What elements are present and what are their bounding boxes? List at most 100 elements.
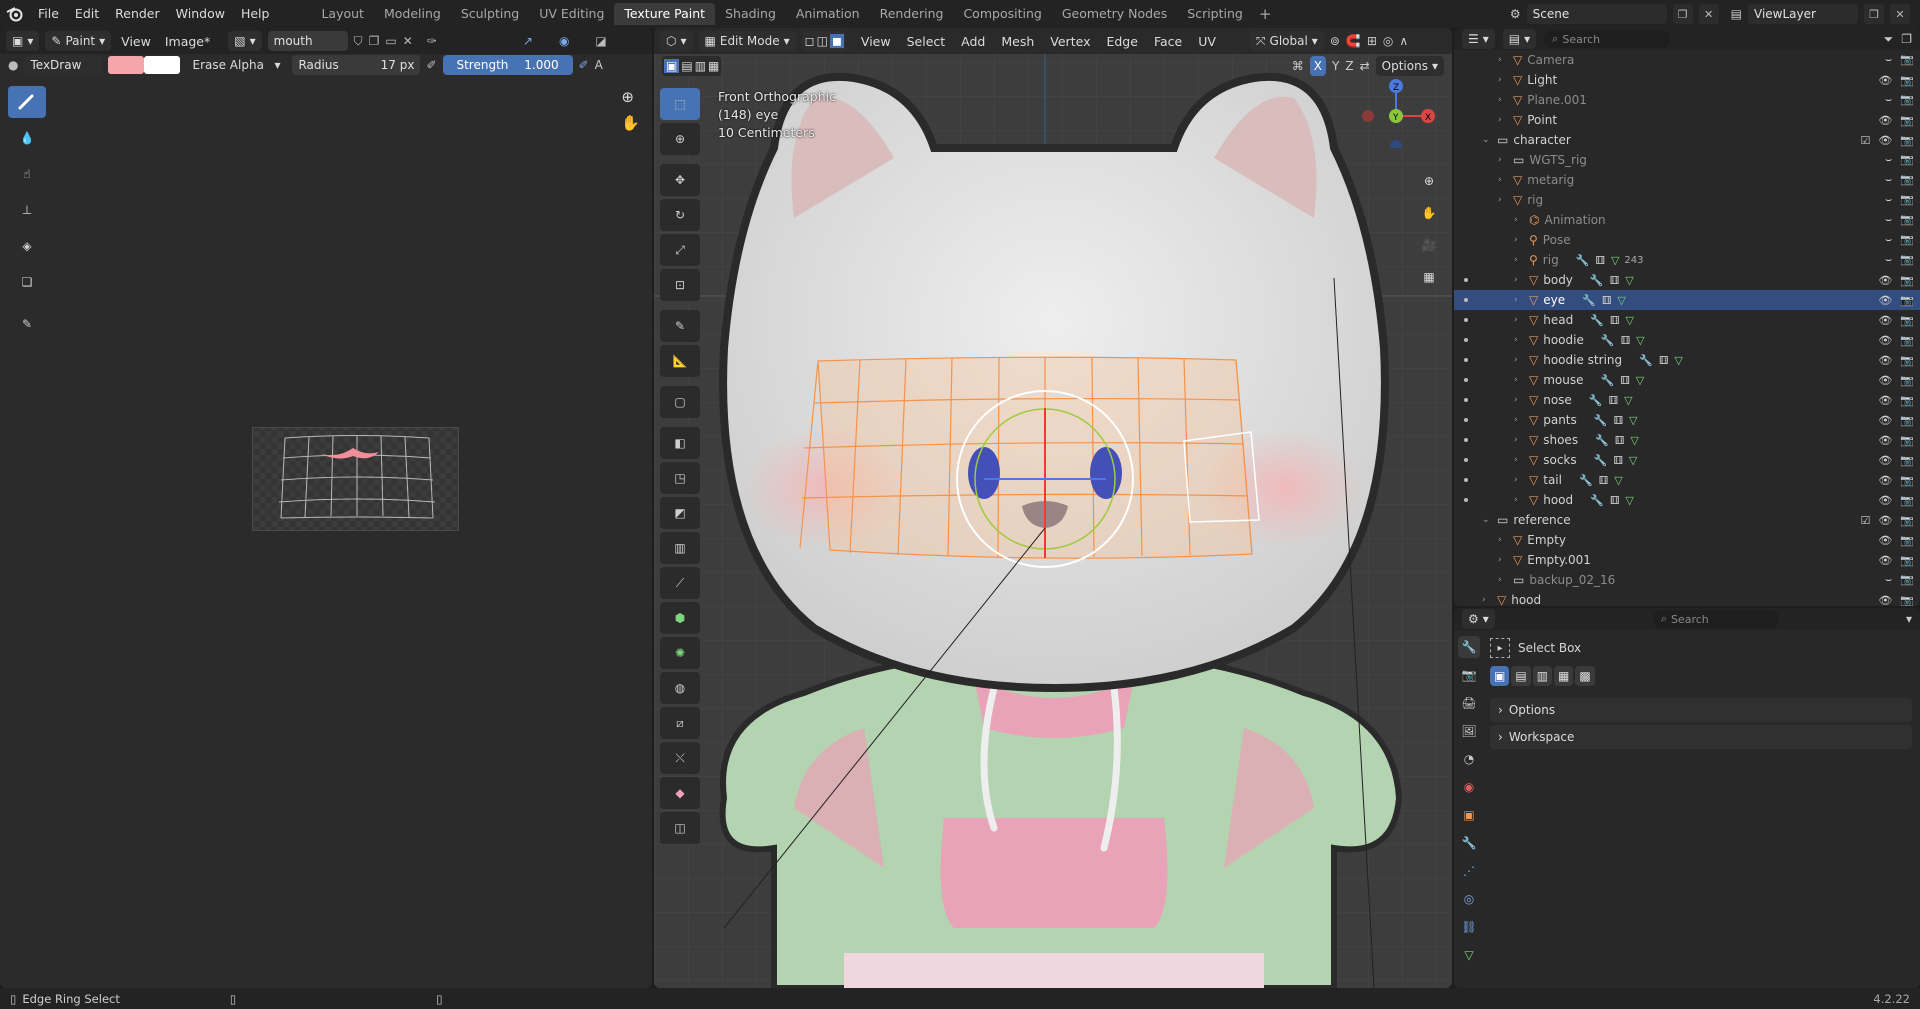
edge-slide-tool[interactable]: ⧄	[660, 707, 700, 739]
tab-layout[interactable]: Layout	[311, 3, 374, 25]
output-tab-icon[interactable]: 🖨	[1458, 692, 1480, 714]
new-scene-icon[interactable]: ❐	[1672, 4, 1693, 24]
edit-mode-dot[interactable]	[1464, 318, 1468, 322]
editor-type-button[interactable]: ☰ ▾	[1462, 29, 1495, 49]
rotate-tool[interactable]: ↻	[660, 199, 700, 231]
camera-render-icon[interactable]: 📷	[1900, 134, 1914, 147]
expand-chevron-icon[interactable]: ›	[1498, 155, 1508, 165]
tab-geometry-nodes[interactable]: Geometry Nodes	[1052, 3, 1177, 25]
camera-render-icon[interactable]: 📷	[1900, 514, 1914, 527]
unlink-image-icon[interactable]: ✕	[403, 34, 413, 48]
eye-icon[interactable]: ⌣	[1885, 93, 1892, 107]
scale-tool[interactable]: ⤢	[660, 234, 700, 266]
edit-mode-dot[interactable]	[1464, 378, 1468, 382]
camera-render-icon[interactable]: 📷	[1900, 454, 1914, 467]
expand-chevron-icon[interactable]: ›	[1498, 535, 1508, 545]
exclude-checkbox[interactable]: ☑	[1860, 514, 1870, 527]
shrink-fatten-tool[interactable]: ⤬	[660, 742, 700, 774]
edit-mode-dot[interactable]	[1464, 358, 1468, 362]
outliner-row[interactable]: › ⚲ rig 🔧 ⚅ ▽ 243 ⌣ 📷	[1454, 250, 1920, 270]
secondary-color-swatch[interactable]	[144, 56, 181, 74]
eye-icon[interactable]: ⌣	[1885, 193, 1892, 207]
camera-render-icon[interactable]: 📷	[1900, 573, 1914, 587]
select-new-icon[interactable]: ▣	[1490, 666, 1510, 686]
editor-type-button[interactable]: ⚙ ▾	[1462, 609, 1495, 629]
expand-chevron-icon[interactable]: ›	[1482, 595, 1492, 605]
outliner-row[interactable]: › ▽ mouse 🔧 ⚅ ▽ 👁 📷	[1454, 370, 1920, 390]
camera-render-icon[interactable]: 📷	[1900, 534, 1914, 547]
outliner-row[interactable]: › ▽ hood 🔧 ⚅ ▽ 👁 📷	[1454, 490, 1920, 510]
new-collection-icon[interactable]: ❐	[1901, 32, 1912, 46]
camera-render-icon[interactable]: 📷	[1900, 193, 1914, 207]
view-layer-selector[interactable]: ViewLayer	[1748, 4, 1858, 24]
tool-tab-icon[interactable]: 🔧	[1458, 636, 1480, 658]
expand-chevron-icon[interactable]: ›	[1498, 195, 1508, 205]
expand-chevron-icon[interactable]: ›	[1498, 175, 1508, 185]
camera-render-icon[interactable]: 📷	[1900, 53, 1914, 67]
add-workspace-button[interactable]: +	[1253, 5, 1278, 23]
clone-tool-button[interactable]: ⊥	[8, 194, 46, 226]
knife-tool[interactable]: ⟋	[660, 567, 700, 599]
mode-select[interactable]: ▦ Edit Mode ▾	[698, 31, 796, 51]
brush-icon[interactable]: ●	[8, 58, 18, 72]
expand-chevron-icon[interactable]: ›	[1514, 415, 1524, 425]
camera-render-icon[interactable]: 📷	[1900, 374, 1914, 387]
soften-tool-button[interactable]: 💧	[8, 122, 46, 154]
outliner-row[interactable]: › ▽ hoodie 🔧 ⚅ ▽ 👁 📷	[1454, 330, 1920, 350]
scene-render[interactable]	[654, 28, 1452, 988]
edge-select-icon[interactable]: ◫	[817, 34, 828, 48]
spin-tool[interactable]: ✺	[660, 637, 700, 669]
blend-mode-select[interactable]: Erase Alpha ▾	[186, 55, 287, 75]
eye-icon[interactable]: 👁	[1878, 314, 1892, 327]
eye-icon[interactable]: 👁	[1878, 474, 1892, 487]
camera-render-icon[interactable]: 📷	[1900, 74, 1914, 87]
eye-icon[interactable]: 👁	[1878, 394, 1892, 407]
fake-user-icon[interactable]: ⛉	[354, 34, 363, 49]
mirror-y-toggle[interactable]: Y	[1332, 59, 1339, 73]
outliner-row[interactable]: › ▽ Empty 👁 📷	[1454, 530, 1920, 550]
constraints-tab-icon[interactable]: ⛓	[1458, 916, 1480, 938]
transform-tool[interactable]: ⊡	[660, 269, 700, 301]
mirror-x-toggle[interactable]: X	[1309, 56, 1327, 76]
primary-color-swatch[interactable]	[108, 56, 145, 74]
viewport-menu-uv[interactable]: UV	[1190, 34, 1224, 49]
eye-icon[interactable]: 👁	[1878, 274, 1892, 287]
camera-render-icon[interactable]: 📷	[1900, 394, 1914, 407]
vertex-select-icon[interactable]: ◻	[805, 34, 815, 48]
modifier-tab-icon[interactable]: 🔧	[1458, 832, 1480, 854]
edit-mode-dot[interactable]	[1464, 298, 1468, 302]
data-tab-icon[interactable]: ▽	[1458, 944, 1480, 966]
viewport-menu-face[interactable]: Face	[1146, 34, 1190, 49]
camera-render-icon[interactable]: 📷	[1900, 434, 1914, 447]
expand-chevron-icon[interactable]: ›	[1514, 215, 1524, 225]
expand-chevron-icon[interactable]: ›	[1498, 115, 1508, 125]
outliner-row[interactable]: › ▽ socks 🔧 ⚅ ▽ 👁 📷	[1454, 450, 1920, 470]
outliner-row[interactable]: › ▽ hood 👁 📷	[1454, 590, 1920, 606]
smooth-tool[interactable]: ◍	[660, 672, 700, 704]
edit-mode-dot[interactable]	[1464, 458, 1468, 462]
eye-icon[interactable]: ⌣	[1885, 233, 1892, 247]
select-intersect-icon[interactable]: ▩	[1575, 666, 1595, 686]
object-tab-icon[interactable]: ▣	[1458, 804, 1480, 826]
menu-file[interactable]: File	[30, 0, 67, 28]
chevron-down-icon[interactable]: ▾	[1906, 612, 1912, 626]
eye-icon[interactable]: 👁	[1878, 354, 1892, 367]
tab-rendering[interactable]: Rendering	[870, 3, 954, 25]
expand-chevron-icon[interactable]: ›	[1498, 575, 1508, 585]
measure-tool[interactable]: 📐	[660, 345, 700, 377]
delete-view-layer-icon[interactable]: ✕	[1890, 4, 1910, 24]
radius-field[interactable]: Radius 17 px	[292, 55, 421, 75]
viewport-menu-add[interactable]: Add	[953, 34, 993, 49]
outliner-row[interactable]: › ▽ Light 👁 📷	[1454, 70, 1920, 90]
eye-icon[interactable]: 👁	[1878, 454, 1892, 467]
camera-render-icon[interactable]: 📷	[1900, 274, 1914, 287]
outliner-row[interactable]: › ▽ body 🔧 ⚅ ▽ 👁 📷	[1454, 270, 1920, 290]
camera-render-icon[interactable]: 📷	[1900, 354, 1914, 367]
tab-modeling[interactable]: Modeling	[374, 3, 451, 25]
face-select-icon[interactable]: ◼	[829, 34, 844, 48]
expand-chevron-icon[interactable]: ›	[1514, 315, 1524, 325]
outliner-row[interactable]: › ▽ tail 🔧 ⚅ ▽ 👁 📷	[1454, 470, 1920, 490]
extrude-tool[interactable]: ◧	[660, 427, 700, 459]
world-tab-icon[interactable]: ◉	[1458, 776, 1480, 798]
editor-type-button[interactable]: ⬡ ▾	[660, 31, 693, 51]
